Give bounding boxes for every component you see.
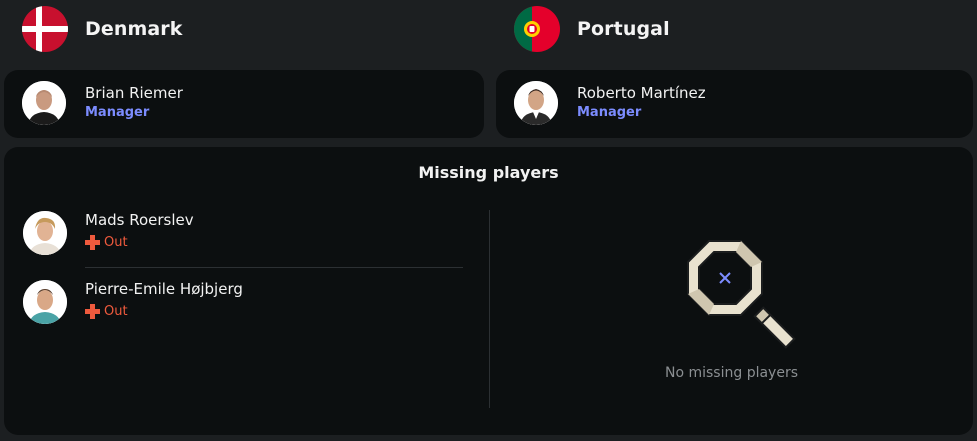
manager-name-home: Brian Riemer	[85, 84, 183, 102]
team-name-away: Portugal	[577, 18, 670, 40]
manager-role-away: Manager	[577, 105, 642, 120]
manager-photo-icon	[514, 81, 558, 125]
team-name-home: Denmark	[85, 18, 183, 40]
avatar	[23, 211, 67, 255]
red-cross-icon	[85, 235, 100, 250]
red-cross-icon	[85, 304, 100, 319]
manager-card-home[interactable]: Brian Riemer Manager	[4, 70, 484, 138]
player-photo-icon	[23, 211, 67, 255]
avatar	[23, 280, 67, 324]
player-name: Mads Roerslev	[85, 211, 194, 229]
player-photo-icon	[23, 280, 67, 324]
row-divider	[85, 267, 463, 268]
avatar	[514, 81, 558, 125]
denmark-flag-icon	[22, 6, 68, 52]
status-text: Out	[104, 235, 128, 250]
manager-role-home: Manager	[85, 105, 150, 120]
status-badge: Out	[85, 235, 128, 250]
status-badge: Out	[85, 304, 128, 319]
list-item[interactable]: Pierre-Emile Højbjerg Out	[4, 274, 484, 334]
manager-name-away: Roberto Martínez	[577, 84, 706, 102]
manager-card-away[interactable]: Roberto Martínez Manager	[496, 70, 973, 138]
player-name: Pierre-Emile Højbjerg	[85, 280, 243, 298]
portugal-flag-icon	[514, 6, 560, 52]
match-lineups-view: Denmark Portugal Brian Riemer Manager Ro…	[0, 0, 977, 441]
missing-players-title: Missing players	[418, 163, 559, 182]
team-header-home[interactable]: Denmark	[22, 6, 183, 52]
status-text: Out	[104, 304, 128, 319]
list-item[interactable]: Mads Roerslev Out	[4, 205, 484, 265]
avatar	[22, 81, 66, 125]
team-header-away[interactable]: Portugal	[514, 6, 670, 52]
missing-players-panel: Missing players Mads Roerslev Out Pierre…	[4, 147, 973, 435]
manager-photo-icon	[22, 81, 66, 125]
empty-state-away: No missing players	[490, 232, 973, 392]
magnifier-icon	[687, 240, 796, 349]
empty-state-text: No missing players	[664, 365, 798, 381]
